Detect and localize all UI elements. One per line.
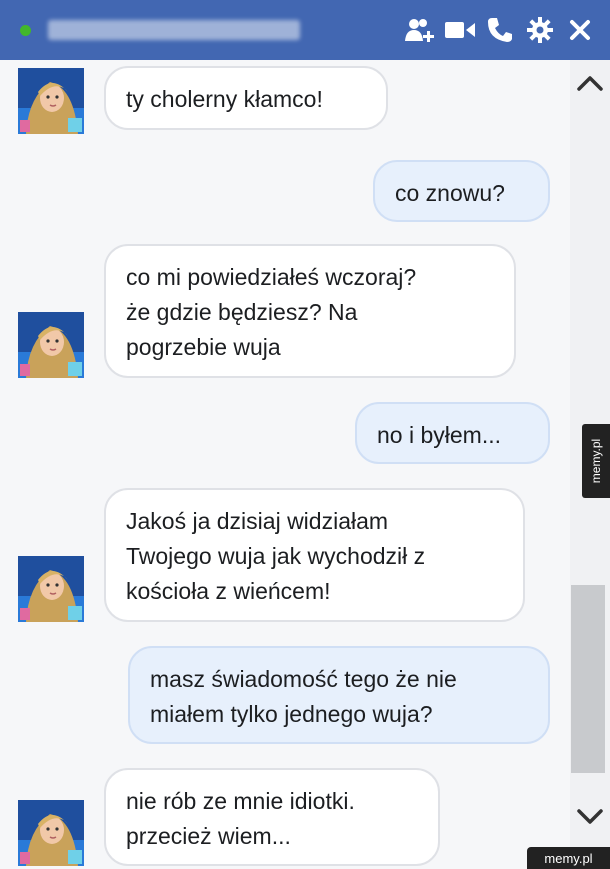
message-line: miałem tylko jednego wuja? bbox=[150, 701, 433, 727]
add-people-icon[interactable] bbox=[404, 14, 436, 46]
watermark-side-text: memy.pl bbox=[589, 438, 604, 484]
message-thread[interactable]: ty cholerny kłamco! co znowu? co mi powi… bbox=[0, 60, 570, 869]
sent-message: no i byłem... bbox=[355, 402, 550, 464]
received-message: ty cholerny kłamco! bbox=[104, 66, 388, 130]
scrollbar-thumb[interactable] bbox=[571, 585, 605, 773]
sent-message: co znowu? bbox=[373, 160, 550, 222]
sent-message: masz świadomość tego że nie miałem tylko… bbox=[128, 646, 550, 744]
sender-avatar[interactable] bbox=[18, 556, 84, 622]
watermark-bottom: memy.pl bbox=[527, 847, 610, 869]
message-line: Twojego wuja jak wychodził z bbox=[126, 543, 426, 569]
message-line: przecież wiem... bbox=[126, 823, 291, 849]
received-message: co mi powiedziałeś wczoraj? że gdzie będ… bbox=[104, 244, 516, 378]
message-line: Jakoś ja dzisiaj widziałam bbox=[126, 508, 389, 534]
received-message: Jakoś ja dzisiaj widziałam Twojego wuja … bbox=[104, 488, 525, 622]
received-message: nie rób ze mnie idiotki. przecież wiem..… bbox=[104, 768, 440, 866]
sender-avatar[interactable] bbox=[18, 312, 84, 378]
message-line: masz świadomość tego że nie bbox=[150, 666, 457, 692]
sender-avatar[interactable] bbox=[18, 68, 84, 134]
phone-icon[interactable] bbox=[484, 14, 516, 46]
message-line: pogrzebie wuja bbox=[126, 334, 281, 360]
message-text: co znowu? bbox=[395, 180, 505, 206]
sender-avatar[interactable] bbox=[18, 800, 84, 866]
video-call-icon[interactable] bbox=[444, 14, 476, 46]
online-status-dot bbox=[20, 25, 31, 36]
message-line: nie rób ze mnie idiotki. bbox=[126, 788, 355, 814]
message-text: ty cholerny kłamco! bbox=[126, 86, 323, 112]
watermark-bottom-text: memy.pl bbox=[544, 850, 593, 866]
message-line: kościoła z wieńcem! bbox=[126, 578, 331, 604]
contact-name-blurred[interactable] bbox=[48, 20, 300, 40]
message-line: co mi powiedziałeś wczoraj? bbox=[126, 264, 417, 290]
scroll-up-chevron-icon[interactable] bbox=[577, 74, 603, 97]
chat-titlebar bbox=[0, 0, 610, 60]
gear-icon[interactable] bbox=[524, 14, 556, 46]
message-text: no i byłem... bbox=[377, 422, 501, 448]
scroll-down-chevron-icon[interactable] bbox=[577, 808, 603, 831]
close-icon[interactable] bbox=[564, 14, 596, 46]
watermark-side: memy.pl bbox=[582, 424, 610, 498]
message-line: że gdzie będziesz? Na bbox=[126, 299, 358, 325]
